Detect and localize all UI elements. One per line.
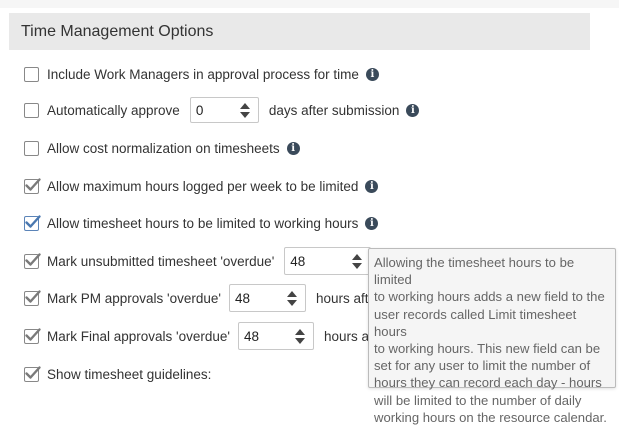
max-hours-checkbox[interactable] bbox=[24, 177, 41, 194]
work-managers-label: Include Work Managers in approval proces… bbox=[47, 66, 359, 82]
option-pm-overdue: Mark PM approvals 'overdue' 48 hours aft… bbox=[24, 284, 388, 312]
auto-approve-days-value: 0 bbox=[195, 102, 204, 118]
work-managers-checkbox[interactable] bbox=[24, 66, 39, 82]
tooltip-line: Allowing the timesheet hours to be limit… bbox=[374, 255, 575, 288]
option-max-hours: Allow maximum hours logged per week to b… bbox=[24, 174, 379, 198]
option-limit-working-hours: Allow timesheet hours to be limited to w… bbox=[24, 211, 379, 235]
max-hours-label: Allow maximum hours logged per week to b… bbox=[47, 178, 359, 194]
unsubmitted-overdue-checkbox[interactable] bbox=[24, 252, 41, 269]
info-icon[interactable]: i bbox=[286, 141, 300, 155]
final-overdue-label: Mark Final approvals 'overdue' bbox=[47, 328, 230, 344]
option-cost-normalization: Allow cost normalization on timesheets i bbox=[24, 136, 300, 160]
tooltip-line: to working hours. This new field can be bbox=[374, 341, 601, 357]
option-guidelines: Show timesheet guidelines: bbox=[24, 362, 211, 386]
pm-overdue-label: Mark PM approvals 'overdue' bbox=[47, 290, 221, 306]
pm-overdue-checkbox[interactable] bbox=[24, 289, 41, 306]
limit-working-hours-label: Allow timesheet hours to be limited to w… bbox=[47, 215, 359, 231]
checkmark-icon bbox=[25, 214, 41, 228]
auto-approve-days-stepper[interactable]: 0 bbox=[189, 97, 259, 123]
up-down-arrows-icon[interactable] bbox=[239, 102, 250, 118]
top-divider bbox=[0, 0, 619, 8]
pm-overdue-hours-stepper[interactable]: 48 bbox=[228, 284, 306, 312]
checkmark-icon bbox=[25, 177, 41, 191]
tooltip-line: user records called Limit timesheet hour… bbox=[374, 306, 577, 339]
up-down-arrows-icon[interactable] bbox=[352, 253, 363, 269]
option-work-managers: Include Work Managers in approval proces… bbox=[24, 62, 379, 86]
final-overdue-hours-stepper[interactable]: 48 bbox=[238, 322, 314, 350]
section-title: Time Management Options bbox=[21, 23, 214, 40]
tooltip-line: working hours on the resource calendar. bbox=[374, 409, 607, 425]
option-auto-approve: Automatically approve 0 days after submi… bbox=[24, 97, 420, 123]
up-down-arrows-icon[interactable] bbox=[295, 328, 305, 344]
pm-overdue-hours-value: 48 bbox=[234, 290, 251, 306]
tooltip-line: set for any user to limit the number of bbox=[374, 358, 591, 374]
cost-normalization-checkbox[interactable] bbox=[24, 140, 39, 156]
info-icon[interactable]: i bbox=[365, 216, 379, 230]
up-down-arrows-icon[interactable] bbox=[286, 290, 297, 306]
option-unsubmitted-overdue: Mark unsubmitted timesheet 'overdue' 48 … bbox=[24, 247, 389, 275]
tooltip-line: to working hours adds a new field to the bbox=[374, 289, 605, 305]
option-final-overdue: Mark Final approvals 'overdue' 48 hours … bbox=[24, 322, 384, 350]
limit-working-hours-checkbox[interactable] bbox=[24, 214, 41, 231]
info-icon[interactable]: i bbox=[365, 67, 379, 81]
tooltip-line: hours they can record each day - hours bbox=[374, 375, 602, 391]
final-overdue-hours-value: 48 bbox=[244, 328, 260, 344]
guidelines-label: Show timesheet guidelines: bbox=[47, 366, 212, 382]
final-overdue-checkbox[interactable] bbox=[24, 327, 41, 344]
auto-approve-label: Automatically approve bbox=[47, 102, 180, 118]
unsubmitted-overdue-label: Mark unsubmitted timesheet 'overdue' bbox=[47, 253, 275, 269]
checkmark-icon bbox=[25, 327, 41, 341]
help-tooltip: Allowing the timesheet hours to be limit… bbox=[368, 248, 616, 425]
cost-normalization-label: Allow cost normalization on timesheets bbox=[47, 140, 280, 156]
info-icon[interactable]: i bbox=[406, 103, 420, 117]
info-icon[interactable]: i bbox=[365, 179, 379, 193]
auto-approve-checkbox[interactable] bbox=[24, 102, 39, 118]
guidelines-checkbox[interactable] bbox=[24, 365, 41, 382]
unsubmitted-overdue-hours-value: 48 bbox=[290, 253, 306, 269]
checkmark-icon bbox=[25, 252, 41, 266]
checkmark-icon bbox=[25, 289, 41, 303]
unsubmitted-overdue-hours-stepper[interactable]: 48 bbox=[284, 247, 372, 275]
tooltip-line: will be limited to the number of daily bbox=[374, 392, 582, 408]
auto-approve-suffix: days after submission bbox=[268, 102, 400, 118]
section-header: Time Management Options bbox=[9, 13, 590, 50]
checkmark-icon bbox=[25, 365, 41, 379]
